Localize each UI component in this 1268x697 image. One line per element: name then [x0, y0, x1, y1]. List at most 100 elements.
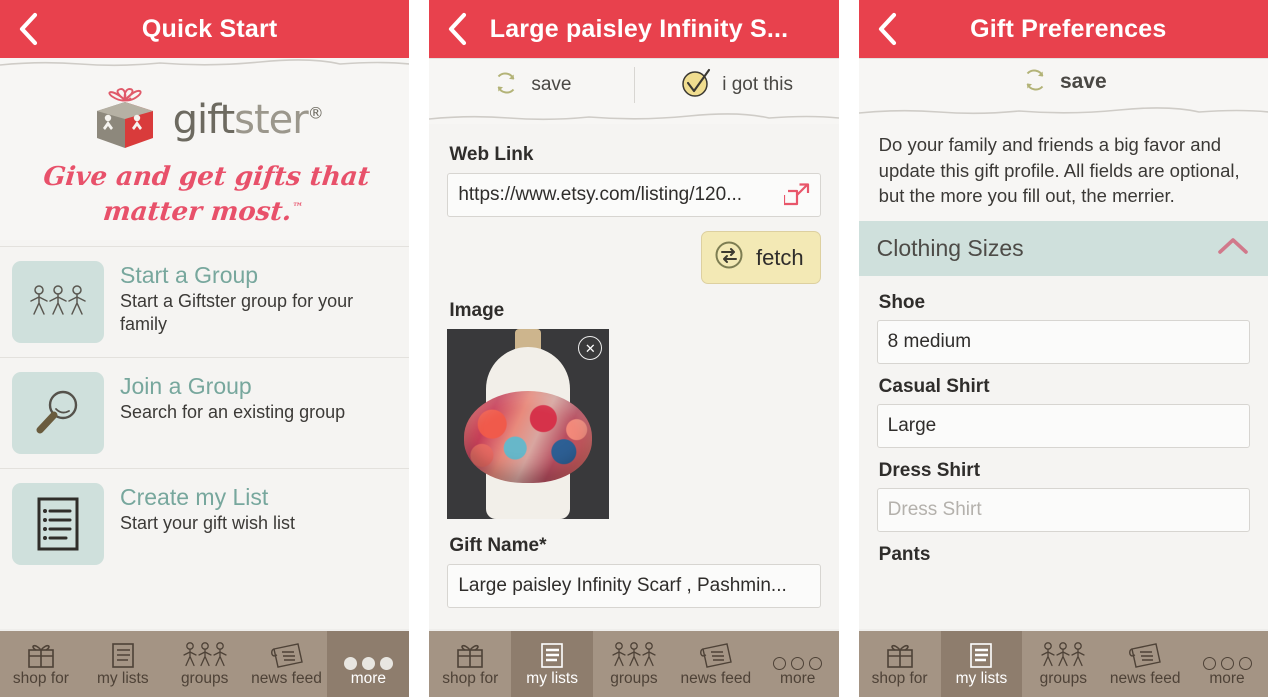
gift-box-icon — [24, 640, 58, 670]
field-input-dress-shirt[interactable]: Dress Shirt — [876, 487, 1250, 532]
save-button[interactable]: save — [429, 58, 633, 112]
quick-start-item-subtitle: Start your gift wish list — [120, 513, 296, 534]
torn-paper-edge — [0, 58, 410, 70]
tab-my-lists[interactable]: my lists — [940, 631, 1023, 697]
fetch-button[interactable]: fetch — [700, 231, 821, 284]
tab-label: more — [350, 669, 387, 687]
gift-name-label: Gift Name* — [449, 535, 547, 556]
chevron-up-icon[interactable] — [1216, 235, 1250, 262]
tab-more[interactable]: more — [1186, 631, 1268, 697]
save-label: save — [531, 74, 572, 95]
gift-form: Web Link https://www.etsy.com/listing/12… — [429, 124, 838, 608]
intro-text: Do your family and friends a big favor a… — [858, 118, 1268, 221]
tab-groups[interactable]: groups — [1022, 631, 1104, 697]
tab-my-lists[interactable]: my lists — [82, 631, 164, 697]
action-bar: save i got this — [429, 58, 839, 112]
giftster-cube-logo-icon — [87, 84, 163, 157]
quick-start-item-start-a-group[interactable]: Start a Group Start a Giftster group for… — [0, 246, 410, 358]
header-bar-quick-start: Quick Start — [0, 0, 410, 58]
quick-start-list: Start a Group Start a Giftster group for… — [0, 246, 410, 580]
section-header-clothing-sizes[interactable]: Clothing Sizes — [858, 220, 1268, 276]
quick-start-item-title: Start a Group — [120, 262, 259, 289]
screen-quick-start: Quick Start giftster® Give and get gifts… — [0, 0, 410, 697]
tab-label: news feed — [1109, 669, 1181, 687]
tab-shop-for[interactable]: shop for — [0, 631, 82, 697]
save-label: save — [1059, 70, 1107, 93]
fetch-row: fetch — [447, 231, 821, 284]
three-phone-screens: Quick Start giftster® Give and get gifts… — [0, 0, 1268, 697]
people-holding-hands-icon — [12, 261, 104, 344]
field-input-casual-shirt[interactable]: Large — [876, 403, 1250, 448]
tagline: Give and get gifts that matter most.™ — [0, 160, 409, 230]
tab-label: my lists — [526, 669, 578, 687]
notepad-list-icon — [12, 483, 104, 566]
newspaper-icon — [1125, 640, 1165, 670]
save-button[interactable]: save — [859, 58, 1268, 106]
tab-my-lists[interactable]: my lists — [511, 631, 594, 697]
gift-name-input[interactable]: Large paisley Infinity Scarf , Pashmin..… — [447, 564, 821, 608]
quick-start-item-join-a-group[interactable]: Join a Group Search for an existing grou… — [0, 357, 410, 469]
web-link-label: Web Link — [449, 144, 534, 165]
page-title: Gift Preferences — [970, 14, 1167, 43]
field-label-dress-shirt: Dress Shirt — [878, 459, 981, 481]
quick-start-item-title: Create my List — [120, 484, 269, 511]
list-icon — [966, 640, 996, 670]
three-dots-icon — [1202, 640, 1252, 670]
page-title: Quick Start — [141, 14, 278, 43]
gift-detail-body: Web Link https://www.etsy.com/listing/12… — [429, 124, 839, 629]
gift-name-value: Large paisley Infinity Scarf , Pashmin..… — [458, 575, 787, 596]
brand-block: giftster® Give and get gifts that matter… — [0, 70, 410, 241]
image-label: Image — [449, 300, 505, 321]
field-input-shoe[interactable]: 8 medium — [876, 319, 1250, 364]
fetch-label: fetch — [755, 244, 804, 270]
quick-start-item-create-my-list[interactable]: Create my List Start your gift wish list — [0, 468, 410, 580]
screen-gift-detail: Large paisley Infinity S... save i got t… — [429, 0, 839, 697]
three-dots-icon — [343, 640, 393, 670]
tab-shop-for[interactable]: shop for — [859, 631, 941, 697]
tab-shop-for[interactable]: shop for — [429, 631, 511, 697]
external-link-icon[interactable] — [783, 182, 810, 208]
tab-groups[interactable]: groups — [593, 631, 675, 697]
action-bar: save — [858, 58, 1268, 106]
tab-label: groups — [610, 669, 658, 687]
tab-news-feed[interactable]: news feed — [246, 631, 328, 697]
tab-label: shop for — [442, 669, 499, 687]
i-got-this-button[interactable]: i got this — [635, 58, 839, 112]
tab-groups[interactable]: groups — [164, 631, 246, 697]
field-value-casual-shirt: Large — [887, 414, 937, 436]
tab-news-feed[interactable]: news feed — [675, 631, 757, 697]
header-bar-gift-detail: Large paisley Infinity S... — [429, 0, 839, 58]
image-thumbnail-wrapper[interactable]: ✕ — [447, 329, 610, 519]
tab-more[interactable]: more — [757, 631, 839, 697]
people-holding-hands-icon — [610, 640, 658, 670]
quick-start-item-subtitle: Search for an existing group — [120, 402, 346, 423]
section-title: Clothing Sizes — [876, 234, 1024, 261]
tab-more[interactable]: more — [327, 631, 410, 697]
newspaper-icon — [696, 640, 736, 670]
web-link-value: https://www.etsy.com/listing/120... — [458, 184, 743, 205]
bottom-tab-bar: shop for my lists groups news feed more — [429, 629, 839, 697]
header-bar-gift-preferences: Gift Preferences — [858, 0, 1268, 58]
torn-paper-edge — [429, 112, 839, 124]
tab-label: my lists — [955, 669, 1008, 687]
web-link-input[interactable]: https://www.etsy.com/listing/120... — [447, 173, 821, 217]
newspaper-icon — [267, 640, 307, 670]
paisley-scarf — [464, 391, 593, 483]
magnifier-icon — [12, 372, 104, 455]
torn-paper-edge — [858, 106, 1268, 118]
field-value-shoe: 8 medium — [887, 330, 972, 352]
swap-arrows-icon — [714, 240, 744, 275]
people-holding-hands-icon — [1039, 640, 1087, 670]
tab-label: shop for — [12, 669, 69, 687]
gift-box-icon — [883, 640, 917, 670]
field-label-pants: Pants — [878, 543, 931, 565]
tab-news-feed[interactable]: news feed — [1104, 631, 1186, 697]
field-placeholder-dress-shirt: Dress Shirt — [887, 498, 982, 520]
page-title: Large paisley Infinity S... — [489, 14, 789, 43]
bottom-tab-bar: shop for my lists groups news feed more — [0, 629, 410, 697]
refresh-circle-icon — [1020, 65, 1050, 100]
giftster-wordmark: giftster® — [172, 97, 324, 143]
tab-label: news feed — [680, 669, 752, 687]
tagline-line-1: Give and get gifts that — [41, 162, 372, 192]
tab-label: more — [780, 669, 816, 687]
